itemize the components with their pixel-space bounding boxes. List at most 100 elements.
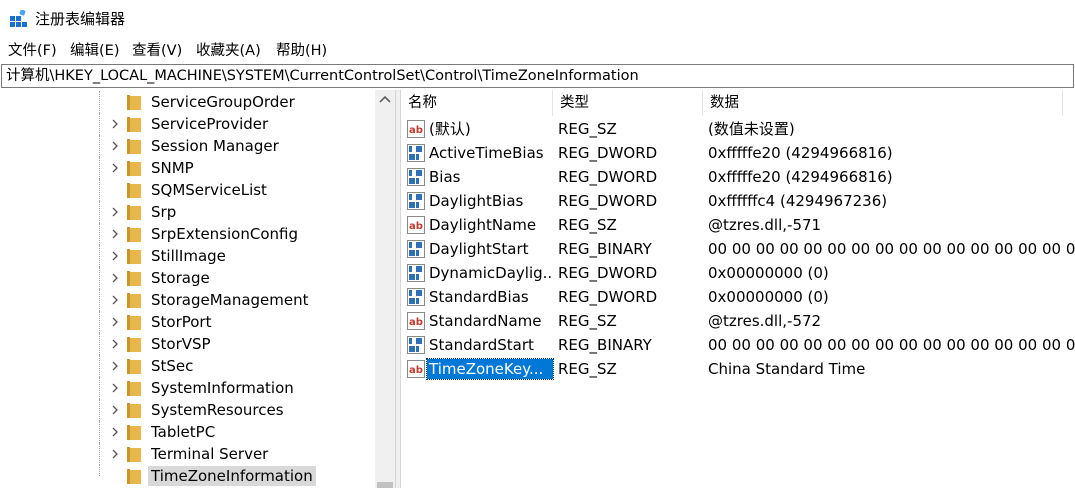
tree-item[interactable]: Srp [0, 201, 375, 223]
value-data: 0x00000000 (0) [708, 264, 829, 282]
chevron-right-icon[interactable] [108, 161, 122, 175]
tree-connector-line [99, 201, 100, 223]
binary-value-icon [407, 264, 425, 282]
value-row[interactable]: StandardBias REG_DWORD 0x00000000 (0) [401, 285, 1075, 309]
menu-bar: 文件(F) 编辑(E) 查看(V) 收藏夹(A) 帮助(H) [0, 38, 1075, 64]
tree-connector-line [99, 157, 100, 179]
value-row[interactable]: ActiveTimeBias REG_DWORD 0xfffffe20 (42949… [401, 141, 1075, 165]
value-row[interactable]: ab DaylightName REG_SZ @tzres.dll,-571 [401, 213, 1075, 237]
chevron-right-icon[interactable] [108, 227, 122, 241]
column-header-name[interactable]: 名称 [401, 90, 553, 116]
tree-item[interactable]: SQMServiceList [0, 179, 375, 201]
tree-item-label: StorVSP [151, 335, 211, 353]
address-bar[interactable]: 计算机\HKEY_LOCAL_MACHINE\SYSTEM\CurrentCon… [1, 64, 1074, 88]
registry-tree[interactable]: ServiceGroupOrder ServiceProvider Session … [0, 90, 395, 488]
svg-text:ab: ab [409, 365, 423, 376]
column-header-data[interactable]: 数据 [703, 90, 1063, 116]
tree-connector-line [99, 113, 100, 135]
tree-item[interactable]: StillImage [0, 245, 375, 267]
value-row[interactable]: ab TimeZoneKey... REG_SZ China Standard Tim… [401, 357, 1075, 381]
menu-view[interactable]: 查看(V) [132, 42, 182, 60]
chevron-right-icon[interactable] [108, 447, 122, 461]
value-row[interactable]: DynamicDaylig... REG_DWORD 0x00000000 (0) [401, 261, 1075, 285]
chevron-right-icon[interactable] [108, 205, 122, 219]
tree-item[interactable]: SNMP [0, 157, 375, 179]
regedit-icon [10, 10, 27, 27]
value-type: REG_DWORD [558, 144, 658, 162]
folder-icon [127, 447, 141, 462]
tree-connector-line [99, 311, 100, 333]
tree-item[interactable]: SystemResources [0, 399, 375, 421]
tree-connector-line [99, 399, 100, 421]
value-data: 0xffffffc4 (4294967236) [708, 192, 888, 210]
tree-item[interactable]: StorPort [0, 311, 375, 333]
value-name: DaylightName [429, 216, 537, 234]
binary-value-icon [407, 144, 425, 162]
value-type: REG_DWORD [558, 264, 658, 282]
tree-item-label: StorageManagement [151, 291, 309, 309]
folder-icon [127, 139, 141, 154]
binary-value-icon [407, 336, 425, 354]
tree-item[interactable]: Terminal Server [0, 443, 375, 465]
value-row[interactable]: StandardStart REG_BINARY 00 00 00 00 00 00… [401, 333, 1075, 357]
tree-item[interactable]: TimeZoneInformation [0, 465, 375, 487]
value-row[interactable]: Bias REG_DWORD 0xfffffe20 (4294966816) [401, 165, 1075, 189]
chevron-right-icon[interactable] [108, 293, 122, 307]
tree-scroll-thumb[interactable] [377, 482, 393, 488]
tree-connector-line [99, 245, 100, 267]
tree-item[interactable]: Session Manager [0, 135, 375, 157]
chevron-right-icon[interactable] [108, 359, 122, 373]
chevron-right-icon[interactable] [108, 315, 122, 329]
title-bar: 注册表编辑器 [0, 0, 1075, 38]
tree-item[interactable]: StorVSP [0, 333, 375, 355]
tree-connector-line [99, 91, 100, 113]
menu-favorites[interactable]: 收藏夹(A) [196, 42, 261, 60]
chevron-right-icon[interactable] [108, 425, 122, 439]
value-type: REG_BINARY [558, 336, 652, 354]
tree-item-label: SQMServiceList [151, 181, 267, 199]
scroll-up-arrow-icon[interactable] [375, 90, 395, 110]
value-row[interactable]: DaylightStart REG_BINARY 00 00 00 00 00 00… [401, 237, 1075, 261]
tree-connector-line [99, 333, 100, 355]
value-row[interactable]: ab StandardName REG_SZ @tzres.dll,-572 [401, 309, 1075, 333]
tree-item-label: StorPort [151, 313, 212, 331]
values-list[interactable]: 名称 类型 数据 ab (默认) REG_SZ (数值未设置) ActiveTimeBi… [401, 90, 1075, 488]
tree-item[interactable]: ServiceGroupOrder [0, 91, 375, 113]
value-name: (默认) [429, 120, 471, 138]
svg-text:ab: ab [409, 125, 423, 136]
chevron-right-icon[interactable] [108, 381, 122, 395]
column-header-type[interactable]: 类型 [553, 90, 703, 116]
tree-item[interactable]: SrpExtensionConfig [0, 223, 375, 245]
value-name: DaylightStart [429, 240, 529, 258]
chevron-right-icon[interactable] [108, 117, 122, 131]
tree-connector-line [99, 355, 100, 377]
tree-item[interactable]: ServiceProvider [0, 113, 375, 135]
menu-file[interactable]: 文件(F) [8, 42, 57, 60]
binary-value-icon [407, 288, 425, 306]
menu-help[interactable]: 帮助(H) [276, 42, 327, 60]
tree-connector-line [99, 421, 100, 443]
tree-item-label: Terminal Server [151, 445, 269, 463]
value-type: REG_DWORD [558, 288, 658, 306]
folder-icon [127, 249, 141, 264]
chevron-right-icon[interactable] [108, 271, 122, 285]
value-row[interactable]: ab (默认) REG_SZ (数值未设置) [401, 117, 1075, 141]
value-row[interactable]: DaylightBias REG_DWORD 0xffffffc4 (4294967… [401, 189, 1075, 213]
chevron-right-icon[interactable] [108, 403, 122, 417]
tree-item[interactable]: StorageManagement [0, 289, 375, 311]
folder-icon [127, 271, 141, 286]
menu-edit[interactable]: 编辑(E) [70, 42, 119, 60]
tree-item-label: SystemInformation [151, 379, 294, 397]
tree-item[interactable]: SystemInformation [0, 377, 375, 399]
chevron-right-icon[interactable] [108, 139, 122, 153]
chevron-right-icon[interactable] [108, 337, 122, 351]
value-type: REG_SZ [558, 216, 617, 234]
tree-connector-line [99, 179, 100, 201]
tree-item[interactable]: StSec [0, 355, 375, 377]
tree-item[interactable]: Storage [0, 267, 375, 289]
tree-item[interactable]: TabletPC [0, 421, 375, 443]
tree-item-label: SystemResources [151, 401, 284, 419]
address-path[interactable]: 计算机\HKEY_LOCAL_MACHINE\SYSTEM\CurrentCon… [6, 67, 639, 85]
tree-scrollbar[interactable] [375, 90, 395, 488]
chevron-right-icon[interactable] [108, 249, 122, 263]
